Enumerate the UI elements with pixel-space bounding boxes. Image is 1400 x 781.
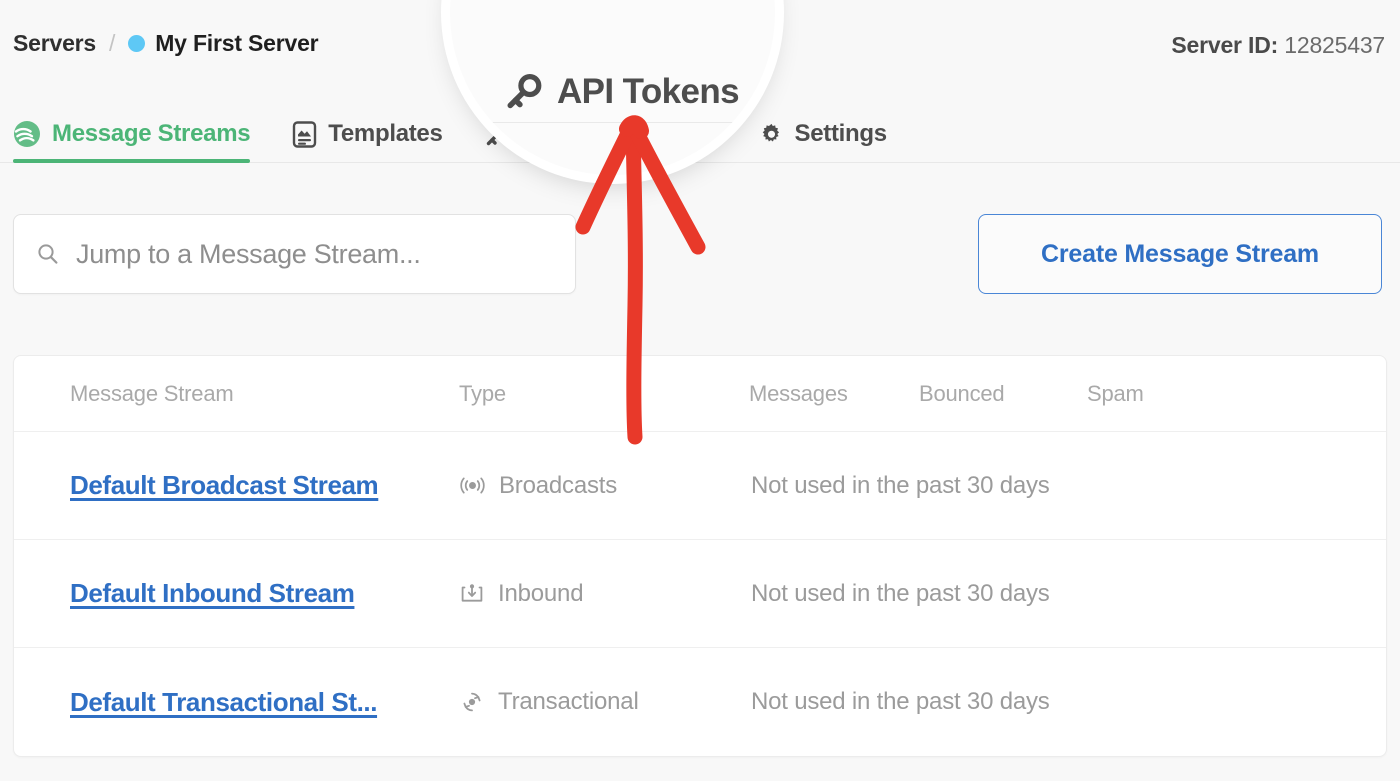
magnifier-divider (450, 122, 775, 123)
search-input[interactable] (74, 237, 553, 271)
stream-type-label: Transactional (498, 688, 639, 715)
tab-templates-label: Templates (328, 120, 443, 147)
server-status-dot-icon (128, 35, 146, 52)
column-header-message-stream: Message Stream (70, 380, 234, 406)
key-icon (505, 73, 543, 111)
table-row: Default Transactional St... Transactiona… (14, 648, 1386, 756)
tab-settings-label: Settings (794, 120, 888, 147)
stream-type-cell: Broadcasts (459, 472, 749, 500)
column-header-spam: Spam (1087, 380, 1144, 406)
server-id: Server ID: 12825437 (1171, 32, 1385, 59)
breadcrumb-current-server: My First Server (155, 30, 319, 56)
stream-type-cell: Inbound (459, 580, 749, 608)
stream-usage-cell: Not used in the past 30 days (751, 688, 1050, 715)
column-header-bounced: Bounced (919, 380, 1005, 406)
stream-type-label: Inbound (498, 579, 584, 607)
create-message-stream-button[interactable]: Create Message Stream (978, 214, 1382, 294)
stream-usage-cell: Not used in the past 30 days (751, 471, 1050, 499)
table-header-row: Message Stream Type Messages Bounced Spa… (14, 356, 1386, 432)
stream-name-cell: Default Inbound Stream (14, 578, 459, 609)
message-streams-table: Message Stream Type Messages Bounced Spa… (13, 355, 1387, 757)
magnified-tab-api-tokens[interactable]: API Tokens (505, 72, 740, 112)
search-icon (36, 242, 60, 266)
transactional-icon (459, 689, 485, 715)
stream-usage-cell: Not used in the past 30 days (751, 579, 1050, 607)
breadcrumb-separator: / (109, 30, 116, 56)
magnified-tab-label: API Tokens (557, 72, 740, 111)
tab-message-streams[interactable]: Message Streams (13, 112, 251, 163)
table-row: Default Inbound Stream Inbound Not used … (14, 540, 1386, 648)
stream-link[interactable]: Default Transactional St... (70, 687, 377, 717)
server-id-value: 12825437 (1284, 32, 1385, 58)
streams-icon (13, 120, 41, 148)
inbound-icon (459, 581, 485, 607)
templates-icon (292, 120, 317, 148)
stream-type-cell: Transactional (459, 688, 749, 716)
tab-settings[interactable]: Settings (759, 112, 887, 156)
magnifier-content: API Tokens (450, 0, 775, 175)
column-header-messages: Messages (749, 380, 848, 406)
column-header-type: Type (459, 380, 506, 406)
breadcrumb-servers-link[interactable]: Servers (13, 30, 96, 57)
broadcast-icon (459, 472, 486, 499)
table-row: Default Broadcast Stream Broadcasts Not … (14, 432, 1386, 540)
tab-templates[interactable]: Templates (292, 112, 443, 156)
app-root: Servers / My First Server Server ID: 128… (0, 0, 1400, 781)
search-box[interactable] (13, 214, 576, 294)
stream-name-cell: Default Broadcast Stream (14, 470, 459, 501)
stream-link[interactable]: Default Inbound Stream (70, 578, 355, 608)
stream-type-label: Broadcasts (499, 471, 618, 499)
stream-link[interactable]: Default Broadcast Stream (70, 470, 379, 500)
breadcrumb: Servers / My First Server (13, 30, 319, 57)
tab-message-streams-label: Message Streams (52, 120, 251, 147)
magnifier-overlay: API Tokens (450, 0, 775, 175)
toolbar: Create Message Stream (0, 163, 1400, 355)
server-id-label: Server ID: (1171, 32, 1279, 58)
stream-name-cell: Default Transactional St... (14, 687, 459, 718)
